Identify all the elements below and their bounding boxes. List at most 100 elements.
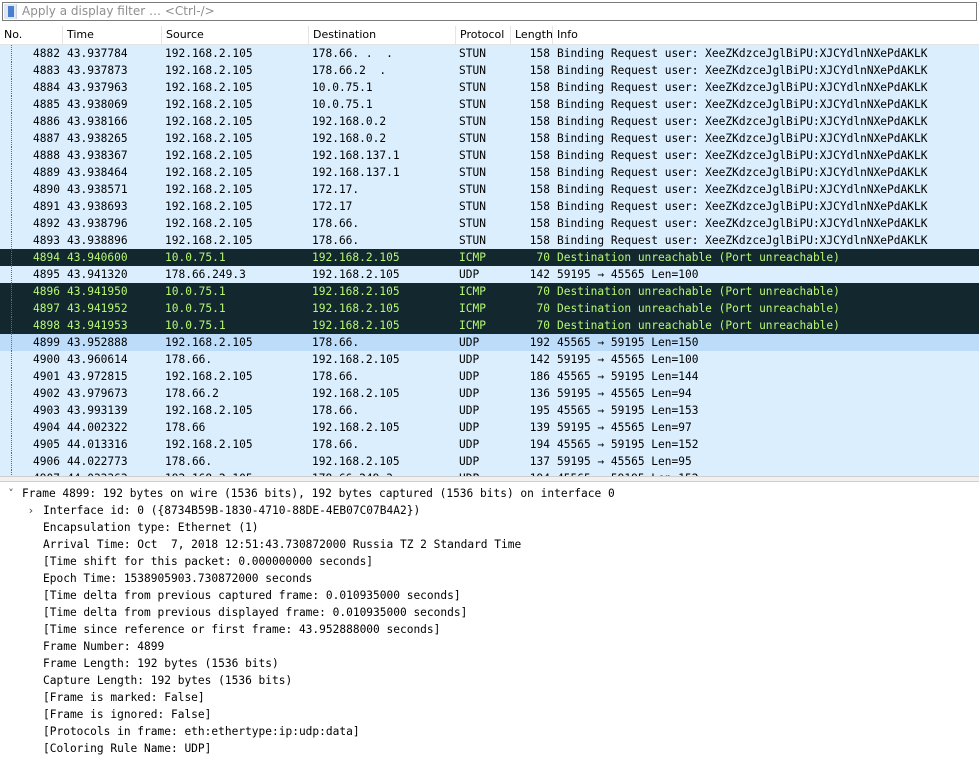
packet-row[interactable]: 4898 43.941953 10.0.75.1 192.168.2.105 ICMP 7… [0,317,979,334]
frame-field-item[interactable]: Frame Number: 4899 [0,638,979,655]
packet-row[interactable]: 4897 43.941952 10.0.75.1 192.168.2.105 ICMP 7… [0,300,979,317]
packet-length: 139 [529,421,550,434]
column-header-length[interactable]: Length [511,26,553,44]
frame-field-item[interactable]: Frame Length: 192 bytes (1536 bits) [0,655,979,672]
packet-row[interactable]: 4896 43.941950 10.0.75.1 192.168.2.105 ICMP 7… [0,283,979,300]
frame-field-item[interactable]: [Frame is marked: False] [0,689,979,706]
frame-field-item[interactable]: Capture Length: 192 bytes (1536 bits) [0,672,979,689]
packet-row[interactable]: 4894 43.940600 10.0.75.1 192.168.2.105 ICMP 7… [0,249,979,266]
packet-row[interactable]: 4904 44.002322 178.66 192.168.2.105 UDP 139 59… [0,419,979,436]
packet-no: 4883 [33,64,60,77]
display-filter-box [2,2,977,21]
packet-protocol: STUN [459,81,486,94]
packet-details-tree[interactable]: ˅ Frame 4899: 192 bytes on wire (1536 bit… [0,482,979,757]
packet-time: 44.013316 [67,438,128,451]
packet-time: 43.937873 [67,64,128,77]
packet-destination: 192.168.0.2 [312,115,387,128]
packet-row[interactable]: 4886 43.938166 192.168.2.105 192.168.0.2 STU… [0,113,979,130]
frame-field-item[interactable]: › Interface id: 0 ({8734B59B-1830-4710-88… [0,502,979,519]
packet-destination: 192.168.137.1 [312,166,400,179]
display-filter-input[interactable] [22,3,962,20]
packet-info: 45565 → 59195 Len=150 [557,336,699,349]
packet-info: 45565 → 59195 Len=152 [557,438,699,451]
packet-no: 4903 [33,404,60,417]
filter-bookmark-button[interactable] [4,4,17,19]
packet-row[interactable]: 4882 43.937784 192.168.2.105 178.66. . . STU… [0,45,979,62]
collapse-arrow-icon[interactable]: ˅ [4,485,18,502]
packet-protocol: STUN [459,217,486,230]
packet-info: 59195 → 45565 Len=95 [557,455,692,468]
packet-source: 192.168.2.105 [165,47,253,60]
packet-time: 44.002322 [67,421,128,434]
column-header-time[interactable]: Time [63,26,162,44]
packet-protocol: STUN [459,115,486,128]
packet-source: 192.168.2.105 [165,132,253,145]
detail-text: [Frame is marked: False] [43,691,205,704]
frame-field-item[interactable]: [Coloring Rule Name: UDP] [0,740,979,757]
frame-field-item[interactable]: [Time since reference or first frame: 43… [0,621,979,638]
packet-row[interactable]: 4906 44.022773 178.66. 192.168.2.105 UDP 137 5… [0,453,979,470]
packet-time: 43.938571 [67,183,128,196]
packet-destination: 172.17 [312,200,353,213]
packet-source: 192.168.2.105 [165,183,253,196]
frame-field-item[interactable]: [Time delta from previous captured frame… [0,587,979,604]
packet-row[interactable]: 4895 43.941320 178.66.249.3 192.168.2.105 UD… [0,266,979,283]
packet-row[interactable]: 4901 43.972815 192.168.2.105 178.66. UDP 186 4… [0,368,979,385]
packet-no: 4896 [33,285,60,298]
packet-no: 4897 [33,302,60,315]
packet-destination: 192.168.2.105 [312,268,400,281]
packet-no: 4890 [33,183,60,196]
packet-protocol: UDP [459,455,480,468]
packet-length: 195 [529,404,550,417]
frame-field-item[interactable]: [Frame is ignored: False] [0,706,979,723]
frame-field-item[interactable]: Encapsulation type: Ethernet (1) [0,519,979,536]
packet-row[interactable]: 4891 43.938693 192.168.2.105 172.17 STUN 158 B… [0,198,979,215]
packet-no: 4902 [33,387,60,400]
frame-field-item[interactable]: Arrival Time: Oct 7, 2018 12:51:43.73087… [0,536,979,553]
packet-row[interactable]: 4885 43.938069 192.168.2.105 10.0.75.1 STUN 1… [0,96,979,113]
packet-row[interactable]: 4890 43.938571 192.168.2.105 172.17. STUN 158… [0,181,979,198]
packet-source: 192.168.2.105 [165,217,253,230]
packet-protocol: STUN [459,47,486,60]
packet-list[interactable]: 4882 43.937784 192.168.2.105 178.66. . . STU… [0,45,979,476]
packet-no: 4889 [33,166,60,179]
packet-row[interactable]: 4887 43.938265 192.168.2.105 192.168.0.2 STU… [0,130,979,147]
column-header-destination[interactable]: Destination [309,26,456,44]
packet-row[interactable]: 4902 43.979673 178.66.2 192.168.2.105 UDP 136… [0,385,979,402]
column-header-no[interactable]: No. [0,26,63,44]
packet-row[interactable]: 4884 43.937963 192.168.2.105 10.0.75.1 STUN 1… [0,79,979,96]
packet-row[interactable]: 4900 43.960614 178.66. 192.168.2.105 UDP 142 5… [0,351,979,368]
detail-text: [Time delta from previous captured frame… [43,589,461,602]
packet-protocol: UDP [459,336,480,349]
packet-row[interactable]: 4903 43.993139 192.168.2.105 178.66. UDP 195 4… [0,402,979,419]
packet-row[interactable]: 4893 43.938896 192.168.2.105 178.66. STUN 158… [0,232,979,249]
frame-field-item[interactable]: [Protocols in frame: eth:ethertype:ip:ud… [0,723,979,740]
packet-source: 192.168.2.105 [165,336,253,349]
expand-arrow-icon[interactable]: › [24,502,38,519]
packet-length: 158 [529,234,550,247]
packet-row[interactable]: 4889 43.938464 192.168.2.105 192.168.137.1 S… [0,164,979,181]
packet-time: 43.938265 [67,132,128,145]
frame-field-item[interactable]: [Time delta from previous displayed fram… [0,604,979,621]
packet-protocol: STUN [459,132,486,145]
packet-no: 4892 [33,217,60,230]
frame-tree-item[interactable]: ˅ Frame 4899: 192 bytes on wire (1536 bit… [0,485,979,502]
packet-no: 4901 [33,370,60,383]
expand-arrow-icon [24,604,38,621]
packet-row[interactable]: 4892 43.938796 192.168.2.105 178.66. STUN 158… [0,215,979,232]
packet-length: 158 [529,200,550,213]
column-header-protocol[interactable]: Protocol [456,26,511,44]
packet-row[interactable]: 4905 44.013316 192.168.2.105 178.66. UDP 194 4… [0,436,979,453]
frame-field-item[interactable]: Epoch Time: 1538905903.730872000 seconds [0,570,979,587]
packet-row[interactable]: 4888 43.938367 192.168.2.105 192.168.137.1 S… [0,147,979,164]
column-header-source[interactable]: Source [162,26,309,44]
column-header-info[interactable]: Info [553,26,979,44]
packet-source: 192.168.2.105 [165,234,253,247]
packet-row[interactable]: 4899 43.952888 192.168.2.105 178.66. UDP 192 4… [0,334,979,351]
packet-row[interactable]: 4883 43.937873 192.168.2.105 178.66.2 . STUN… [0,62,979,79]
frame-field-item[interactable]: [Time shift for this packet: 0.000000000… [0,553,979,570]
packet-protocol: ICMP [459,302,486,315]
packet-source: 178.66. [165,455,213,468]
packet-protocol: UDP [459,438,480,451]
packet-info: Binding Request user: XeeZKdzceJglBiPU:X… [557,234,928,247]
